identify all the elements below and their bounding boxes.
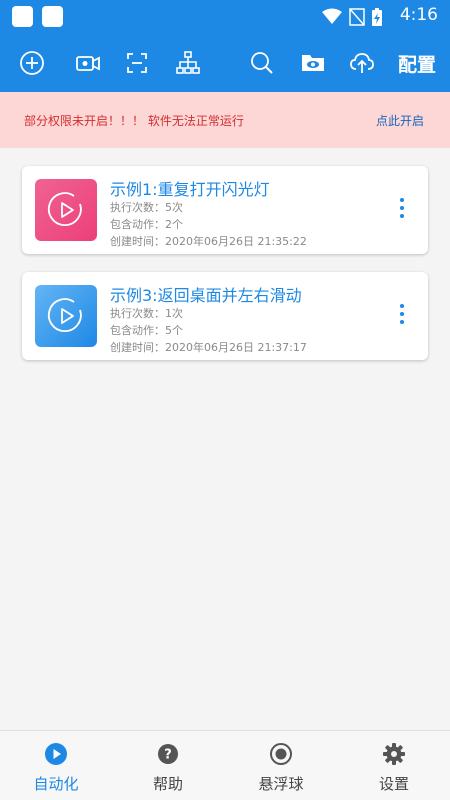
- scan-icon[interactable]: [120, 46, 154, 80]
- task-card[interactable]: 示例3:返回桌面并左右滑动 执行次数：1次 包含动作：5个 创建时间：2020年…: [22, 272, 428, 360]
- more-options-icon[interactable]: [396, 198, 408, 224]
- status-bar: 4:16: [0, 0, 450, 34]
- cloud-upload-icon[interactable]: [345, 46, 379, 80]
- search-icon[interactable]: [245, 46, 279, 80]
- gear-icon: [383, 743, 405, 765]
- nav-label: 设置: [378, 775, 409, 793]
- nav-label: 帮助: [152, 775, 183, 793]
- more-options-icon[interactable]: [396, 304, 408, 330]
- nav-label: 自动化: [33, 775, 79, 793]
- nav-label: 悬浮球: [258, 775, 304, 793]
- task-exec-count: 执行次数：1次: [110, 307, 183, 320]
- task-action-count: 包含动作：5个: [110, 324, 183, 337]
- system-status-icons: [322, 8, 382, 26]
- enable-permission-link[interactable]: 点此开启: [376, 112, 424, 129]
- svg-text:?: ?: [164, 748, 172, 763]
- notification-icon: [42, 6, 63, 27]
- nav-automation[interactable]: 自动化: [0, 731, 112, 800]
- play-icon: [47, 192, 82, 226]
- task-exec-count: 执行次数：5次: [110, 201, 183, 214]
- nav-floating-ball[interactable]: 悬浮球: [225, 731, 337, 800]
- task-title: 示例1:重复打开闪光灯: [110, 180, 270, 199]
- nav-help[interactable]: ? 帮助: [112, 731, 224, 800]
- task-thumbnail: [35, 179, 97, 241]
- floating-ball-icon: [270, 743, 292, 765]
- nav-settings[interactable]: 设置: [338, 731, 450, 800]
- task-list: 示例1:重复打开闪光灯 执行次数：5次 包含动作：2个 创建时间：2020年06…: [0, 148, 450, 730]
- task-created-time: 创建时间：2020年06月26日 21:35:22: [110, 235, 307, 248]
- notification-icon: [12, 6, 33, 27]
- bottom-navigation: 自动化 ? 帮助 悬浮球 设置: [0, 730, 450, 800]
- add-icon[interactable]: [15, 46, 49, 80]
- warning-text: 部分权限未开启！！！ 软件无法正常运行: [24, 114, 244, 128]
- task-thumbnail: [35, 285, 97, 347]
- task-title: 示例3:返回桌面并左右滑动: [110, 286, 302, 305]
- sitemap-icon[interactable]: [171, 46, 205, 80]
- folder-view-icon[interactable]: [296, 46, 330, 80]
- config-button[interactable]: 配置: [398, 50, 436, 77]
- top-toolbar: 配置: [0, 34, 450, 92]
- play-icon: [47, 298, 82, 332]
- task-created-time: 创建时间：2020年06月26日 21:37:17: [110, 341, 307, 354]
- task-action-count: 包含动作：2个: [110, 218, 183, 231]
- help-icon: ?: [158, 744, 178, 764]
- play-circle-icon: [45, 743, 67, 765]
- task-card[interactable]: 示例1:重复打开闪光灯 执行次数：5次 包含动作：2个 创建时间：2020年06…: [22, 166, 428, 254]
- record-icon[interactable]: [71, 46, 105, 80]
- permission-warning-banner: 部分权限未开启！！！ 软件无法正常运行 点此开启: [0, 92, 450, 148]
- clock: 4:16: [399, 5, 438, 25]
